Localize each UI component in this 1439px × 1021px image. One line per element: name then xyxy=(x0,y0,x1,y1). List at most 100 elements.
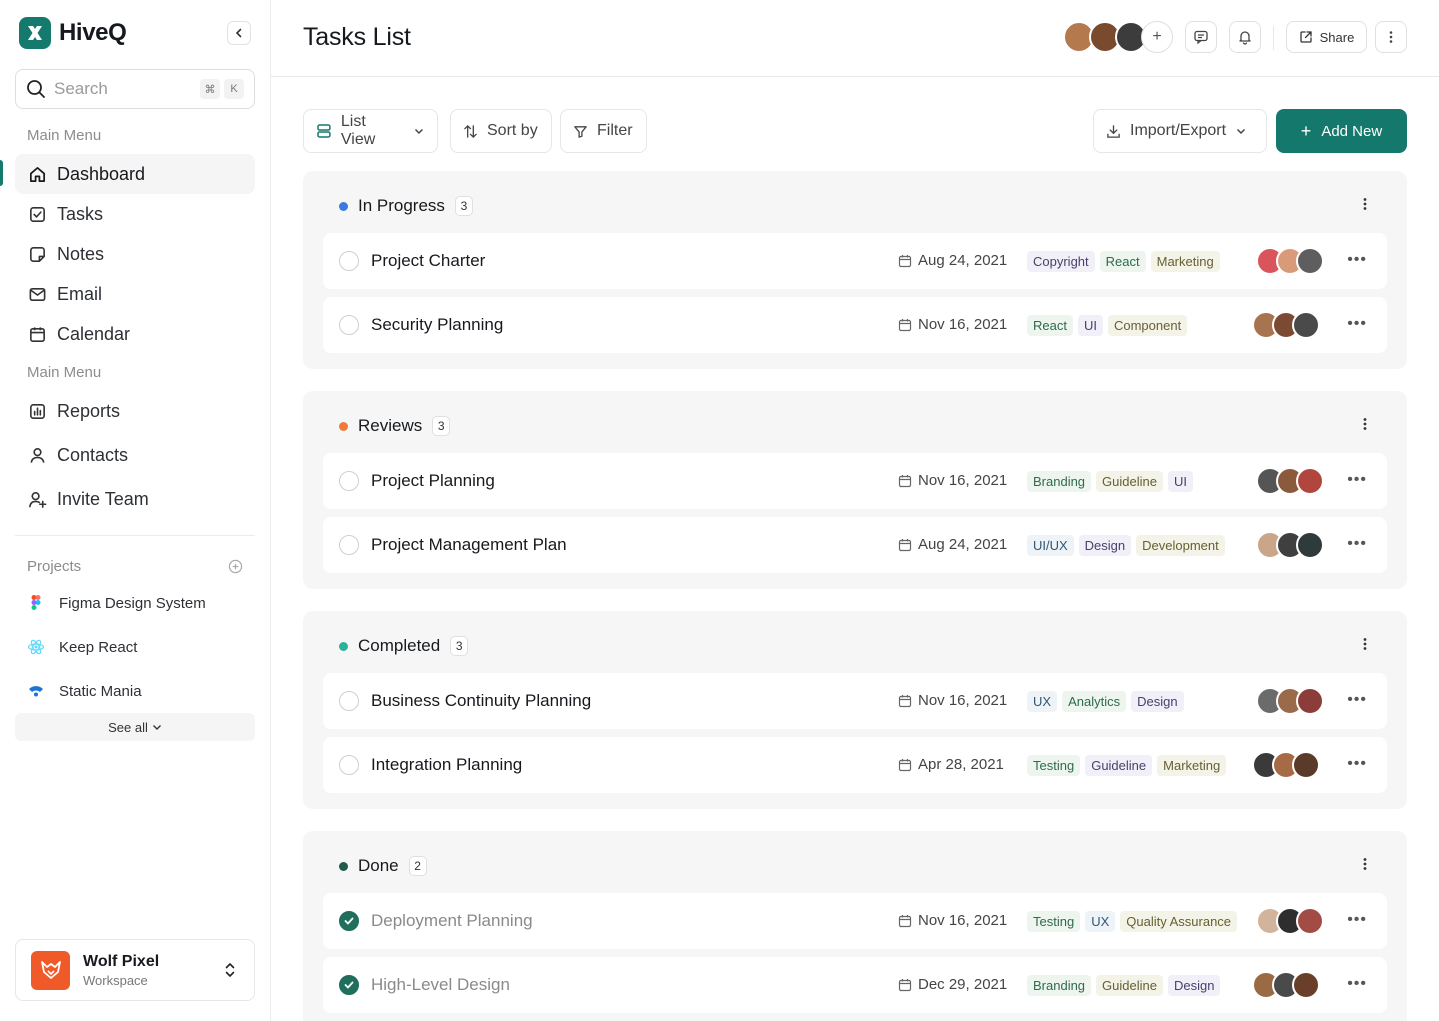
assignee-avatars[interactable] xyxy=(1256,531,1324,559)
comments-button[interactable] xyxy=(1185,21,1217,53)
project-item-figma[interactable]: Figma Design System xyxy=(27,594,206,612)
task-checkbox[interactable] xyxy=(339,251,359,271)
task-row[interactable]: Integration Planning Apr 28, 2021 Testin… xyxy=(323,737,1387,793)
avatar[interactable] xyxy=(1296,531,1324,559)
task-row[interactable]: Project Planning Nov 16, 2021 Branding G… xyxy=(323,453,1387,509)
brand[interactable]: HiveQ xyxy=(19,17,127,49)
group-header[interactable]: Done 2 xyxy=(339,856,427,876)
more-horizontal-icon[interactable]: ••• xyxy=(1347,251,1367,269)
tag[interactable]: React xyxy=(1027,315,1073,336)
sidebar-item-dashboard[interactable]: Dashboard xyxy=(15,154,255,194)
import-export-button[interactable]: Import/Export xyxy=(1093,109,1267,153)
sidebar-item-reports[interactable]: Reports xyxy=(15,391,255,431)
more-vertical-icon[interactable] xyxy=(1363,637,1367,651)
avatar[interactable] xyxy=(1296,907,1324,935)
add-collaborator-button[interactable]: + xyxy=(1141,21,1173,53)
tag[interactable]: UX xyxy=(1085,911,1116,932)
tag[interactable]: Branding xyxy=(1027,975,1092,996)
tag[interactable]: Guideline xyxy=(1096,975,1163,996)
assignee-avatars[interactable] xyxy=(1252,751,1320,779)
task-checkbox[interactable] xyxy=(339,755,359,775)
task-row[interactable]: Business Continuity Planning Nov 16, 202… xyxy=(323,673,1387,729)
tag[interactable]: Testing xyxy=(1027,755,1081,776)
tag[interactable]: Analytics xyxy=(1062,691,1127,712)
task-row[interactable]: Project Charter Aug 24, 2021 Copyright R… xyxy=(323,233,1387,289)
avatar[interactable] xyxy=(1292,311,1320,339)
avatar[interactable] xyxy=(1296,467,1324,495)
sidebar-item-contacts[interactable]: Contacts xyxy=(15,435,255,475)
assignee-avatars[interactable] xyxy=(1252,971,1320,999)
tag[interactable]: Component xyxy=(1107,315,1188,336)
share-button[interactable]: Share xyxy=(1286,21,1367,53)
task-checkbox-checked[interactable] xyxy=(339,975,359,995)
task-row[interactable]: Project Management Plan Aug 24, 2021 UI/… xyxy=(323,517,1387,573)
more-horizontal-icon[interactable]: ••• xyxy=(1347,911,1367,929)
view-select[interactable]: List View xyxy=(303,109,438,153)
sort-button[interactable]: Sort by xyxy=(450,109,552,153)
tag[interactable]: Testing xyxy=(1027,911,1081,932)
sidebar-item-email[interactable]: Email xyxy=(15,274,255,314)
avatar[interactable] xyxy=(1292,971,1320,999)
group-header[interactable]: Completed 3 xyxy=(339,636,469,656)
collaborator-avatars[interactable]: + xyxy=(1063,21,1173,53)
tag[interactable]: React xyxy=(1099,251,1146,272)
more-horizontal-icon[interactable]: ••• xyxy=(1347,755,1367,773)
tag[interactable]: UI xyxy=(1167,471,1193,492)
tag[interactable]: Copyright xyxy=(1027,251,1095,272)
tag[interactable]: UI/UX xyxy=(1027,535,1074,556)
tag[interactable]: Marketing xyxy=(1150,251,1220,272)
group-header[interactable]: In Progress 3 xyxy=(339,196,473,216)
task-row[interactable]: Security Planning Nov 16, 2021 React UI … xyxy=(323,297,1387,353)
tag[interactable]: Development xyxy=(1136,535,1225,556)
collapse-sidebar-button[interactable] xyxy=(227,21,251,45)
search-input[interactable] xyxy=(54,79,194,99)
task-row[interactable]: High-Level Design Dec 29, 2021 Branding … xyxy=(323,957,1387,1013)
task-checkbox-checked[interactable] xyxy=(339,911,359,931)
more-horizontal-icon[interactable]: ••• xyxy=(1347,691,1367,709)
project-item-keep-react[interactable]: Keep React xyxy=(27,638,137,656)
avatar[interactable] xyxy=(1292,751,1320,779)
tag[interactable]: UX xyxy=(1027,691,1058,712)
task-checkbox[interactable] xyxy=(339,535,359,555)
sidebar-item-tasks[interactable]: Tasks xyxy=(15,194,255,234)
task-checkbox[interactable] xyxy=(339,471,359,491)
more-horizontal-icon[interactable]: ••• xyxy=(1347,975,1367,993)
assignee-avatars[interactable] xyxy=(1256,467,1324,495)
see-all-button[interactable]: See all xyxy=(15,713,255,741)
tag[interactable]: Branding xyxy=(1027,471,1092,492)
task-checkbox[interactable] xyxy=(339,691,359,711)
workspace-switcher[interactable]: Wolf Pixel Workspace xyxy=(15,939,255,1001)
more-vertical-icon[interactable] xyxy=(1363,417,1367,431)
more-horizontal-icon[interactable]: ••• xyxy=(1347,535,1367,553)
avatar[interactable] xyxy=(1296,247,1324,275)
more-horizontal-icon[interactable]: ••• xyxy=(1347,315,1367,333)
filter-button[interactable]: Filter xyxy=(560,109,647,153)
sidebar-item-calendar[interactable]: Calendar xyxy=(15,314,255,354)
tag[interactable]: Design xyxy=(1167,975,1221,996)
add-project-button[interactable] xyxy=(228,559,243,579)
assignee-avatars[interactable] xyxy=(1256,687,1324,715)
search-box[interactable]: ⌘ K xyxy=(15,69,255,109)
tag[interactable]: Design xyxy=(1131,691,1184,712)
more-vertical-icon[interactable] xyxy=(1363,857,1367,871)
project-item-static-mania[interactable]: Static Mania xyxy=(27,682,142,700)
sidebar-item-notes[interactable]: Notes xyxy=(15,234,255,274)
assignee-avatars[interactable] xyxy=(1256,247,1324,275)
tag[interactable]: Marketing xyxy=(1157,755,1227,776)
tag[interactable]: Design xyxy=(1078,535,1132,556)
notifications-button[interactable] xyxy=(1229,21,1261,53)
more-horizontal-icon[interactable]: ••• xyxy=(1347,471,1367,489)
task-row[interactable]: Deployment Planning Nov 16, 2021 Testing… xyxy=(323,893,1387,949)
tag[interactable]: UI xyxy=(1077,315,1103,336)
more-vertical-icon[interactable] xyxy=(1363,197,1367,211)
group-header[interactable]: Reviews 3 xyxy=(339,416,451,436)
avatar[interactable] xyxy=(1296,687,1324,715)
tag[interactable]: Guideline xyxy=(1096,471,1163,492)
assignee-avatars[interactable] xyxy=(1256,907,1324,935)
header-more-button[interactable] xyxy=(1375,21,1407,53)
assignee-avatars[interactable] xyxy=(1252,311,1320,339)
task-checkbox[interactable] xyxy=(339,315,359,335)
tag[interactable]: Quality Assurance xyxy=(1120,911,1238,932)
add-new-button[interactable]: + Add New xyxy=(1276,109,1407,153)
tag[interactable]: Guideline xyxy=(1085,755,1153,776)
